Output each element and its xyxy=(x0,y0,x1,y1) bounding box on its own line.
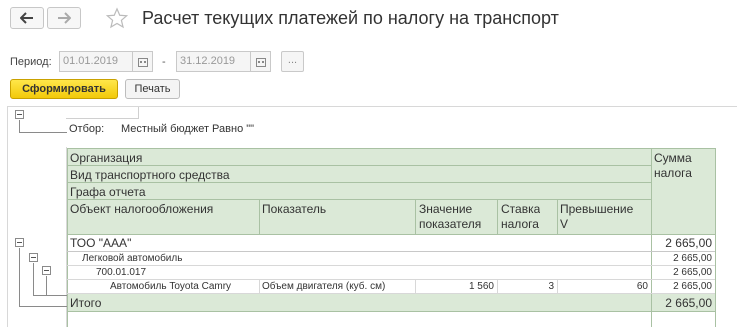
back-button[interactable] xyxy=(10,7,44,29)
header-indicator: Показатель xyxy=(262,202,327,216)
row-vehicle-type-amount: 2 665,00 xyxy=(673,253,712,264)
header-excess-line2: V xyxy=(560,217,569,231)
page-title: Расчет текущих платежей по налогу на тра… xyxy=(142,8,559,28)
filter-value: Местный бюджет Равно "" xyxy=(121,123,255,135)
calendar-icon xyxy=(137,57,148,67)
header-excess-line1: Превышение xyxy=(560,202,634,216)
row-detail-excess: 60 xyxy=(636,281,648,292)
period-to-field[interactable]: 31.12.2019 xyxy=(176,51,251,72)
row-detail-indicator: Объем двигателя (куб. см) xyxy=(262,281,386,292)
report-sheet: Отбор: Местный бюджет Равно "" Организац… xyxy=(7,106,737,327)
header-indicator-value-line1: Значение xyxy=(419,202,473,216)
collapse-report-column-icon[interactable] xyxy=(42,266,51,275)
arrow-left-icon xyxy=(20,12,33,24)
header-taxation-object: Объект налогообложения xyxy=(70,202,214,216)
filter-label: Отбор: xyxy=(69,123,105,135)
period-label: Период: xyxy=(10,56,52,68)
row-total-amount: 2 665,00 xyxy=(665,296,712,310)
collapse-filter-icon[interactable] xyxy=(15,110,24,119)
period-separator: - xyxy=(162,56,166,68)
print-button[interactable]: Печать xyxy=(125,79,180,99)
row-detail-value: 1 560 xyxy=(468,281,494,292)
row-report-column-amount: 2 665,00 xyxy=(673,267,712,278)
calendar-icon xyxy=(255,57,266,67)
period-from-field[interactable]: 01.01.2019 xyxy=(59,51,133,72)
period-to-calendar-button[interactable] xyxy=(251,51,271,72)
generate-button[interactable]: Сформировать xyxy=(10,79,118,99)
collapse-organization-icon[interactable] xyxy=(15,238,24,247)
report-total-row xyxy=(68,294,715,311)
header-indicator-value-line2: показателя xyxy=(419,217,482,231)
row-organization-amount: 2 665,00 xyxy=(665,236,712,250)
row-report-column-name: 700.01.017 xyxy=(96,267,147,278)
row-detail-rate: 3 xyxy=(548,281,554,292)
header-tax-rate-line2: налога xyxy=(501,217,539,231)
row-vehicle-type-name: Легковой автомобиль xyxy=(82,253,183,264)
row-detail-object: Автомобиль Toyota Camry xyxy=(110,281,232,292)
arrow-right-icon xyxy=(58,12,71,24)
report-header xyxy=(67,148,715,234)
header-amount-line1: Сумма xyxy=(654,151,692,165)
collapse-vehicle-type-icon[interactable] xyxy=(29,253,38,262)
header-report-column: Графа отчета xyxy=(70,185,146,199)
forward-button[interactable] xyxy=(47,7,81,29)
header-vehicle-type: Вид транспортного средства xyxy=(70,168,230,182)
period-from-calendar-button[interactable] xyxy=(133,51,153,72)
period-select-button[interactable]: ... xyxy=(281,51,304,72)
favorite-star-icon[interactable] xyxy=(105,7,129,32)
row-organization-name: ТОО "ААА" xyxy=(70,236,132,250)
header-organization: Организация xyxy=(70,151,143,165)
star-icon xyxy=(105,7,129,29)
row-detail-amount: 2 665,00 xyxy=(673,281,712,292)
header-amount-line2: налога xyxy=(654,166,692,180)
header-tax-rate-line1: Ставка xyxy=(501,202,541,216)
row-total-label: Итого xyxy=(70,296,102,310)
